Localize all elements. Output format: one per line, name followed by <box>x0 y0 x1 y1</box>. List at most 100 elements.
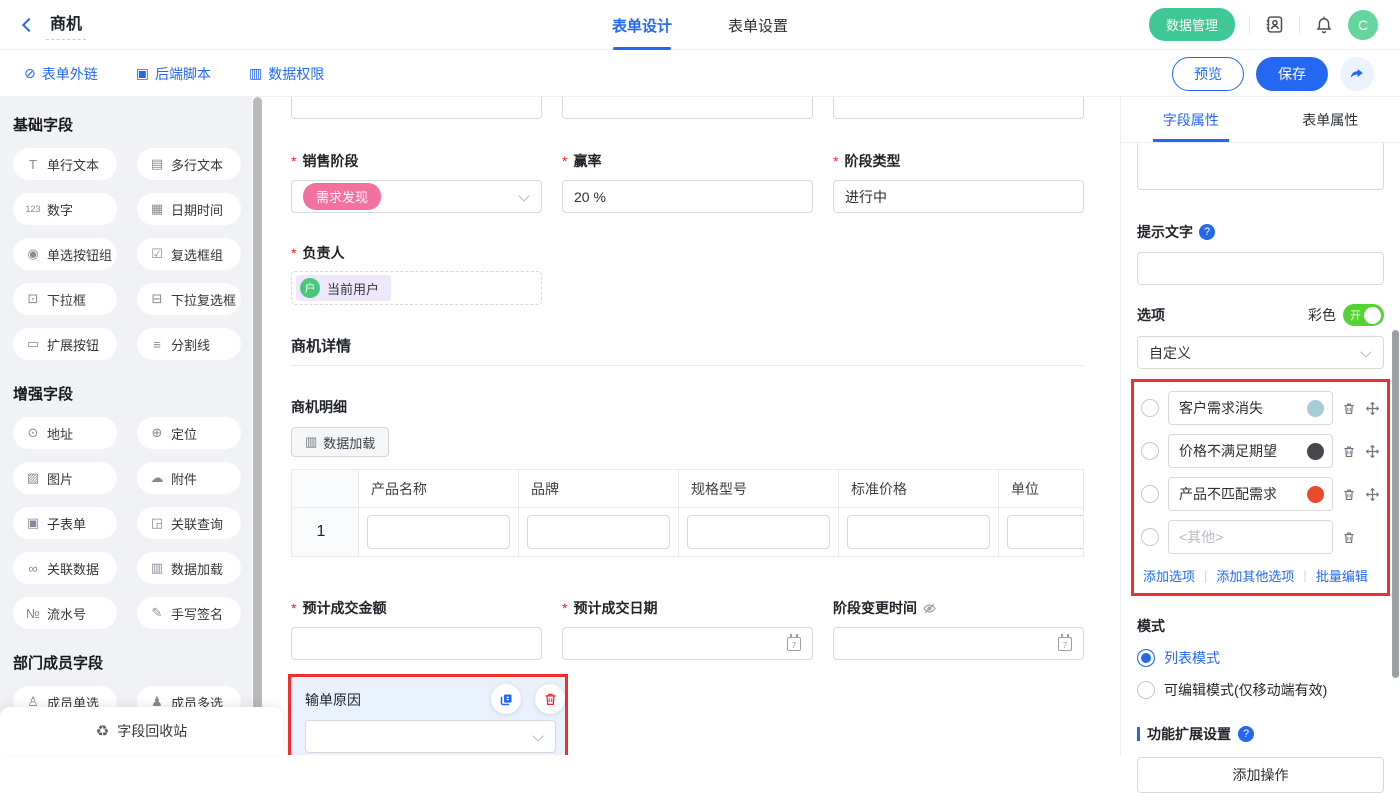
drag-move-icon[interactable] <box>1365 487 1380 502</box>
help-icon[interactable]: ? <box>1199 224 1215 240</box>
copy-field-button[interactable] <box>491 684 521 714</box>
data-manage-button[interactable]: 数据管理 <box>1149 8 1235 41</box>
tab-form-design[interactable]: 表单设计 <box>612 0 672 50</box>
subform-table: 产品名称 品牌 规格型号 标准价格 单位 1 <box>291 469 1084 557</box>
field-item-location[interactable]: ⊕定位 <box>137 417 241 449</box>
sidebar-scrollbar[interactable] <box>253 97 262 755</box>
image-icon: ▨ <box>25 470 41 486</box>
color-label: 彩色 <box>1308 305 1336 325</box>
form-external-link[interactable]: ⊘ 表单外链 <box>24 64 98 84</box>
field-item-address[interactable]: ⊙地址 <box>13 417 117 449</box>
field-item-checkbox-group[interactable]: ☑复选框组 <box>137 238 241 270</box>
add-operation-button[interactable]: 添加操作 <box>1137 757 1384 793</box>
option-radio[interactable] <box>1141 442 1159 460</box>
option-source-select[interactable]: 自定义 <box>1137 336 1384 369</box>
field-recycle-bin[interactable]: ♻ 字段回收站 <box>0 707 283 755</box>
notification-bell-icon[interactable] <box>1314 15 1334 35</box>
field-library-sidebar: 基础字段 T单行文本 ▤多行文本 123数字 ▦日期时间 ◉单选按钮组 ☑复选框… <box>0 97 252 755</box>
brand-input[interactable] <box>527 515 670 549</box>
sales-stage-select[interactable]: 需求发现 <box>291 180 542 213</box>
field-item-number[interactable]: 123数字 <box>13 193 117 225</box>
extension-settings-title: 功能扩展设置 ? <box>1137 724 1384 744</box>
tab-form-settings[interactable]: 表单设置 <box>728 0 788 50</box>
delete-option-icon[interactable] <box>1342 487 1356 502</box>
field-item-multi-line-text[interactable]: ▤多行文本 <box>137 148 241 180</box>
data-load-button[interactable]: ▥ 数据加载 <box>291 427 389 457</box>
drag-move-icon[interactable] <box>1365 444 1380 459</box>
clipped-input[interactable] <box>291 97 542 119</box>
option-radio[interactable] <box>1141 485 1159 503</box>
product-name-input[interactable] <box>367 515 510 549</box>
field-item-lookup-query[interactable]: ◲关联查询 <box>137 507 241 539</box>
mode-editable-radio[interactable]: 可编辑模式(仅移动端有效) <box>1137 680 1384 700</box>
price-input[interactable] <box>847 515 990 549</box>
address-book-icon[interactable] <box>1264 14 1285 35</box>
unit-input[interactable] <box>1007 515 1084 549</box>
batch-edit-link[interactable]: 批量编辑 <box>1316 566 1368 585</box>
delete-field-button[interactable] <box>535 684 565 714</box>
stage-change-time-input[interactable]: 7 <box>833 627 1084 660</box>
delete-option-icon[interactable] <box>1342 530 1356 545</box>
field-item-signature[interactable]: ✎手写签名 <box>137 597 241 629</box>
field-item-select[interactable]: ⊡下拉框 <box>13 283 117 315</box>
loss-reason-select[interactable] <box>305 720 556 753</box>
field-item-datetime[interactable]: ▦日期时间 <box>137 193 241 225</box>
selected-field-loss-reason[interactable]: 输单原因 <box>288 674 568 755</box>
field-item-data-load[interactable]: ▥数据加载 <box>137 552 241 584</box>
option-input[interactable] <box>1168 477 1333 511</box>
stage-type-input[interactable]: 进行中 <box>833 180 1084 213</box>
field-item-multi-select[interactable]: ⊟下拉复选框 <box>137 283 241 315</box>
divider <box>1299 16 1300 34</box>
page-title: 商机 <box>46 10 86 40</box>
delete-option-icon[interactable] <box>1342 444 1356 459</box>
backend-script-link[interactable]: ▣ 后端脚本 <box>136 64 211 84</box>
field-item-attachment[interactable]: ☁附件 <box>137 462 241 494</box>
clipped-input[interactable] <box>562 97 813 119</box>
field-label-stage-change-time: 阶段变更时间 <box>833 598 1084 618</box>
field-item-divider[interactable]: ≡分割线 <box>137 328 241 360</box>
field-item-serial-number[interactable]: №流水号 <box>13 597 117 629</box>
field-item-image[interactable]: ▨图片 <box>13 462 117 494</box>
expected-date-input[interactable]: 7 <box>562 627 813 660</box>
option-radio[interactable] <box>1141 528 1159 546</box>
mode-list-radio[interactable]: 列表模式 <box>1137 648 1384 668</box>
color-toggle[interactable]: 开 <box>1343 304 1384 326</box>
hint-text-input[interactable] <box>1137 252 1384 285</box>
form-toolbar: ⊘ 表单外链 ▣ 后端脚本 ▥ 数据权限 预览 保存 <box>0 51 1400 97</box>
help-icon[interactable]: ? <box>1238 726 1254 742</box>
save-button[interactable]: 保存 <box>1256 57 1328 91</box>
toggle-knob <box>1364 307 1381 324</box>
preview-button[interactable]: 预览 <box>1172 57 1244 91</box>
option-color-dot[interactable] <box>1307 443 1324 460</box>
share-button[interactable] <box>1340 57 1374 91</box>
option-input[interactable] <box>1168 391 1333 425</box>
field-item-extend-button[interactable]: ▭扩展按钮 <box>13 328 117 360</box>
clipped-textarea[interactable] <box>1137 143 1384 190</box>
option-input[interactable] <box>1168 434 1333 468</box>
back-icon[interactable] <box>22 17 36 31</box>
data-permission-link[interactable]: ▥ 数据权限 <box>249 64 324 84</box>
option-radio[interactable] <box>1141 399 1159 417</box>
option-other-input[interactable] <box>1168 520 1333 554</box>
expected-amount-input[interactable] <box>291 627 542 660</box>
select-icon: ⊡ <box>25 291 41 307</box>
field-item-related-data[interactable]: ∞关联数据 <box>13 552 117 584</box>
delete-option-icon[interactable] <box>1342 401 1356 416</box>
option-color-dot[interactable] <box>1307 486 1324 503</box>
tab-field-properties[interactable]: 字段属性 <box>1121 97 1261 142</box>
win-rate-input[interactable]: 20 % <box>562 180 813 213</box>
field-item-single-line-text[interactable]: T单行文本 <box>13 148 117 180</box>
panel-scrollbar[interactable] <box>1392 330 1399 678</box>
add-option-link[interactable]: 添加选项 <box>1143 566 1195 585</box>
drag-move-icon[interactable] <box>1365 401 1380 416</box>
field-item-radio-group[interactable]: ◉单选按钮组 <box>13 238 117 270</box>
field-item-subform[interactable]: ▣子表单 <box>13 507 117 539</box>
owner-field[interactable]: 户 当前用户 <box>291 271 542 305</box>
data-load-icon: ▥ <box>305 434 317 450</box>
avatar[interactable]: C <box>1348 10 1378 40</box>
clipped-input[interactable] <box>833 97 1084 119</box>
spec-input[interactable] <box>687 515 830 549</box>
option-color-dot[interactable] <box>1307 400 1324 417</box>
add-other-option-link[interactable]: 添加其他选项 <box>1216 566 1294 585</box>
tab-form-properties[interactable]: 表单属性 <box>1261 97 1400 142</box>
